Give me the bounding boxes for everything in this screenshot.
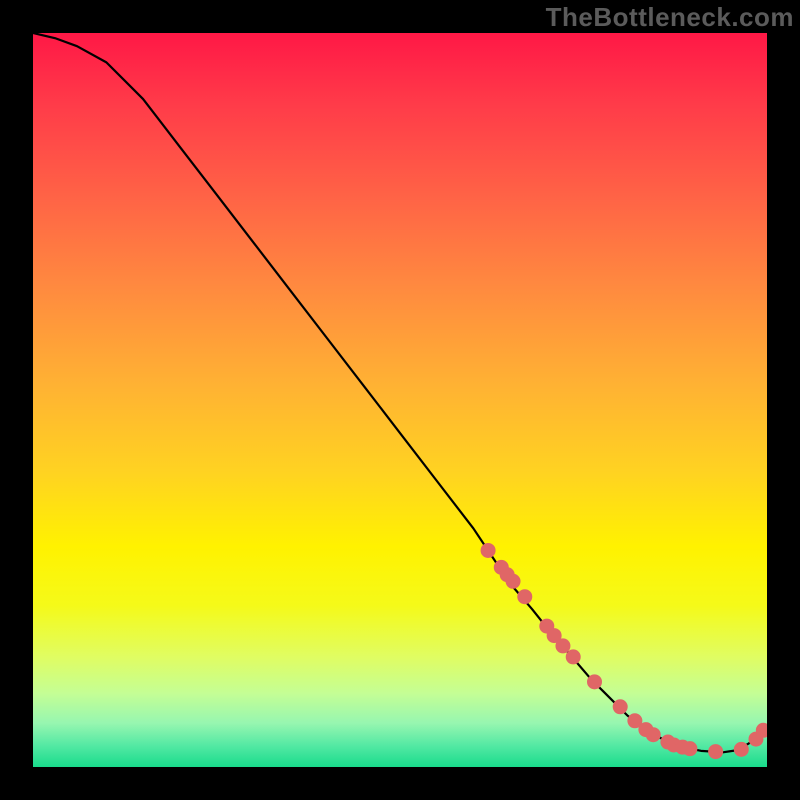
- plot-area: [33, 33, 767, 767]
- gradient-background: [33, 33, 767, 767]
- data-marker: [481, 543, 496, 558]
- data-marker: [517, 589, 532, 604]
- data-marker: [708, 744, 723, 759]
- data-marker: [555, 638, 570, 653]
- data-marker: [613, 699, 628, 714]
- watermark-text: TheBottleneck.com: [546, 2, 794, 33]
- chart-frame: TheBottleneck.com: [0, 0, 800, 800]
- data-marker: [682, 741, 697, 756]
- data-marker: [506, 574, 521, 589]
- plot-svg: [33, 33, 767, 767]
- data-marker: [734, 742, 749, 757]
- data-marker: [587, 674, 602, 689]
- data-marker: [566, 649, 581, 664]
- data-marker: [646, 727, 661, 742]
